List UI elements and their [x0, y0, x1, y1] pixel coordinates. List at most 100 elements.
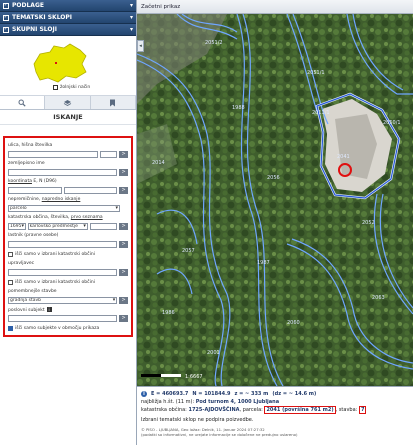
parcel-label: 2051/1	[307, 70, 325, 76]
parcel-label: nepremičnine, napredno iskanje	[8, 197, 128, 203]
tab-layers[interactable]	[45, 96, 91, 109]
parcel-prefix: , parcela:	[239, 407, 263, 413]
overview-map[interactable]: žolnjski način	[0, 36, 136, 96]
ko-number-select[interactable]: 1695	[8, 222, 26, 230]
parcel-type-value: parcelo	[10, 205, 27, 211]
chevron-down-icon[interactable]: ▾	[130, 26, 133, 33]
parcel-label: 2051/2	[205, 40, 223, 46]
subject-label-text: poslovni subjekt	[8, 308, 45, 313]
land-use-label: pomembnejše stavbe	[8, 289, 57, 294]
subject-scope-checkbox[interactable]	[8, 326, 13, 331]
building-value[interactable]: 7	[358, 406, 367, 414]
parcel-label: 2056	[267, 175, 280, 181]
status-note: Izbrani tematski sklop ne podpira poizve…	[141, 417, 254, 423]
parcel-number-input[interactable]	[89, 222, 118, 230]
building-prefix: , stavba:	[335, 407, 358, 413]
parcel-label-a: nepremičnine,	[8, 197, 42, 202]
layer-skupni-sloji[interactable]: ✓ SKUPNI SLOJI ▾	[0, 24, 136, 36]
owner-scope-checkbox[interactable]	[8, 252, 13, 257]
map-header: Začetni prikaz	[137, 0, 413, 14]
coord-e-input[interactable]	[8, 186, 62, 194]
map-view[interactable]: 2041 2051/2 2051/1 2052 2056 2057 2060 2…	[137, 14, 413, 386]
parcel-label: 2041	[337, 154, 350, 160]
place-label: zemljepisno ime	[8, 161, 45, 166]
panel-tabs	[0, 96, 136, 110]
parcel-label: 2060	[287, 320, 300, 326]
street-search-button[interactable]: >	[119, 150, 129, 158]
ko-name-value: karlovško predmestje	[29, 223, 78, 229]
tab-bookmarks[interactable]	[91, 96, 136, 109]
parcel-label: 2063	[372, 295, 385, 301]
layer-label: TEMATSKI SKLOPI	[12, 14, 73, 21]
coord-label-rest: E, N (D96)	[31, 179, 57, 184]
layer-label: PODLAGE	[12, 2, 44, 9]
parcel-label: 2011/1	[312, 110, 330, 116]
ko-value: 1725-AJDOVŠČINA	[188, 407, 240, 413]
chevron-down-icon[interactable]: ▾	[130, 2, 133, 9]
advanced-search-link[interactable]: napredno iskanje	[42, 197, 81, 202]
land-use-value: gradnja stavb	[10, 297, 41, 303]
layer-podlage[interactable]: ✓ PODLAGE ▾	[0, 0, 136, 12]
coord-search-button[interactable]: >	[119, 186, 129, 194]
subject-input[interactable]	[8, 314, 118, 322]
place-input[interactable]	[8, 168, 118, 176]
coord-z: z = ~ 333 m	[234, 390, 269, 397]
manager-input[interactable]	[8, 268, 118, 276]
ko-name-select[interactable]: karlovško predmestje	[27, 222, 88, 230]
parcel-label: 1986	[162, 310, 175, 316]
layers-icon	[63, 99, 72, 106]
collapse-panel-button[interactable]: ◂	[137, 40, 144, 52]
parcel-value[interactable]: 2041 (površina 761 m2)	[264, 406, 336, 414]
parcel-label: 1987	[257, 260, 270, 266]
info-icon[interactable]: i	[46, 307, 52, 312]
ko-number-value: 1695	[10, 223, 22, 229]
manager-label: upravljavec	[8, 261, 35, 266]
subject-search-button[interactable]: >	[119, 314, 128, 322]
coord-link[interactable]: koordinata	[8, 179, 32, 184]
subject-label: poslovni subjekt i	[8, 307, 128, 313]
info-icon: i	[141, 390, 147, 397]
panel-title: ISKANJE	[0, 110, 136, 125]
zolnjski-checkbox[interactable]	[53, 85, 58, 90]
aerial-map[interactable]: 2041 2051/2 2051/1 2052 2056 2057 2060 2…	[137, 14, 413, 386]
coord-n: N = 101844.9	[192, 390, 231, 397]
parcel-label: 1988	[232, 105, 245, 111]
map-title[interactable]: Začetni prikaz	[141, 4, 180, 10]
manager-scope-label: išči samo v izbrani katastrski občini	[15, 280, 95, 285]
ko-list-link[interactable]: prvo seznama	[71, 215, 103, 220]
parcel-type-select[interactable]: parcelo	[8, 204, 120, 212]
search-icon	[18, 99, 26, 107]
chevron-left-icon: ◂	[139, 43, 142, 49]
coord-n-input[interactable]	[63, 186, 118, 194]
land-use-select[interactable]: gradnja stavb	[8, 296, 118, 304]
tab-search[interactable]	[0, 96, 46, 109]
subject-scope-label: išči samo subjekte v območju prikaza	[15, 326, 100, 331]
coord-dz: (dz = ~ 14.6 m)	[272, 390, 317, 397]
ko-label-a: katastrska občina, številka,	[8, 215, 71, 220]
layer-checkbox[interactable]: ✓	[3, 2, 9, 9]
parcel-label: 2050/1	[383, 120, 401, 126]
place-search-button[interactable]: >	[119, 168, 128, 176]
bookmark-icon	[110, 99, 116, 106]
layer-checkbox[interactable]: ✓	[3, 26, 9, 33]
nearest-prefix: najbližja h.št. (11 m):	[141, 399, 195, 405]
cadastre-line: katastrska občina: 1725-AJDOVŠČINA, parc…	[141, 406, 409, 414]
layer-tematski-sklopi[interactable]: ✓ TEMATSKI SKLOPI ▾	[0, 12, 136, 24]
manager-scope-checkbox[interactable]	[8, 280, 13, 285]
manager-search-button[interactable]: >	[119, 268, 128, 276]
house-number-input[interactable]	[99, 150, 118, 158]
coord-label: koordinata E, N (D96)	[8, 179, 128, 185]
parcel-label: 2057	[182, 248, 195, 254]
owner-input[interactable]	[8, 240, 118, 248]
layer-checkbox[interactable]: ✓	[3, 14, 9, 21]
overview-option-label: žolnjski način	[60, 85, 91, 90]
chevron-down-icon[interactable]: ▾	[130, 14, 133, 21]
street-input[interactable]	[8, 150, 98, 158]
info-panel: i E = 460693.7 N = 101844.9 z = ~ 333 m …	[137, 386, 413, 445]
parcel-search-button[interactable]: >	[119, 222, 128, 230]
owner-scope-label: išči samo v izbrani katastrski občini	[15, 252, 95, 257]
coordinate-readout: i E = 460693.7 N = 101844.9 z = ~ 333 m …	[141, 389, 409, 398]
nearest-address[interactable]: Pod turnom 4, 1000 Ljubljana	[196, 399, 279, 405]
owner-search-button[interactable]: >	[119, 240, 128, 248]
land-use-search-button[interactable]: >	[119, 296, 128, 304]
